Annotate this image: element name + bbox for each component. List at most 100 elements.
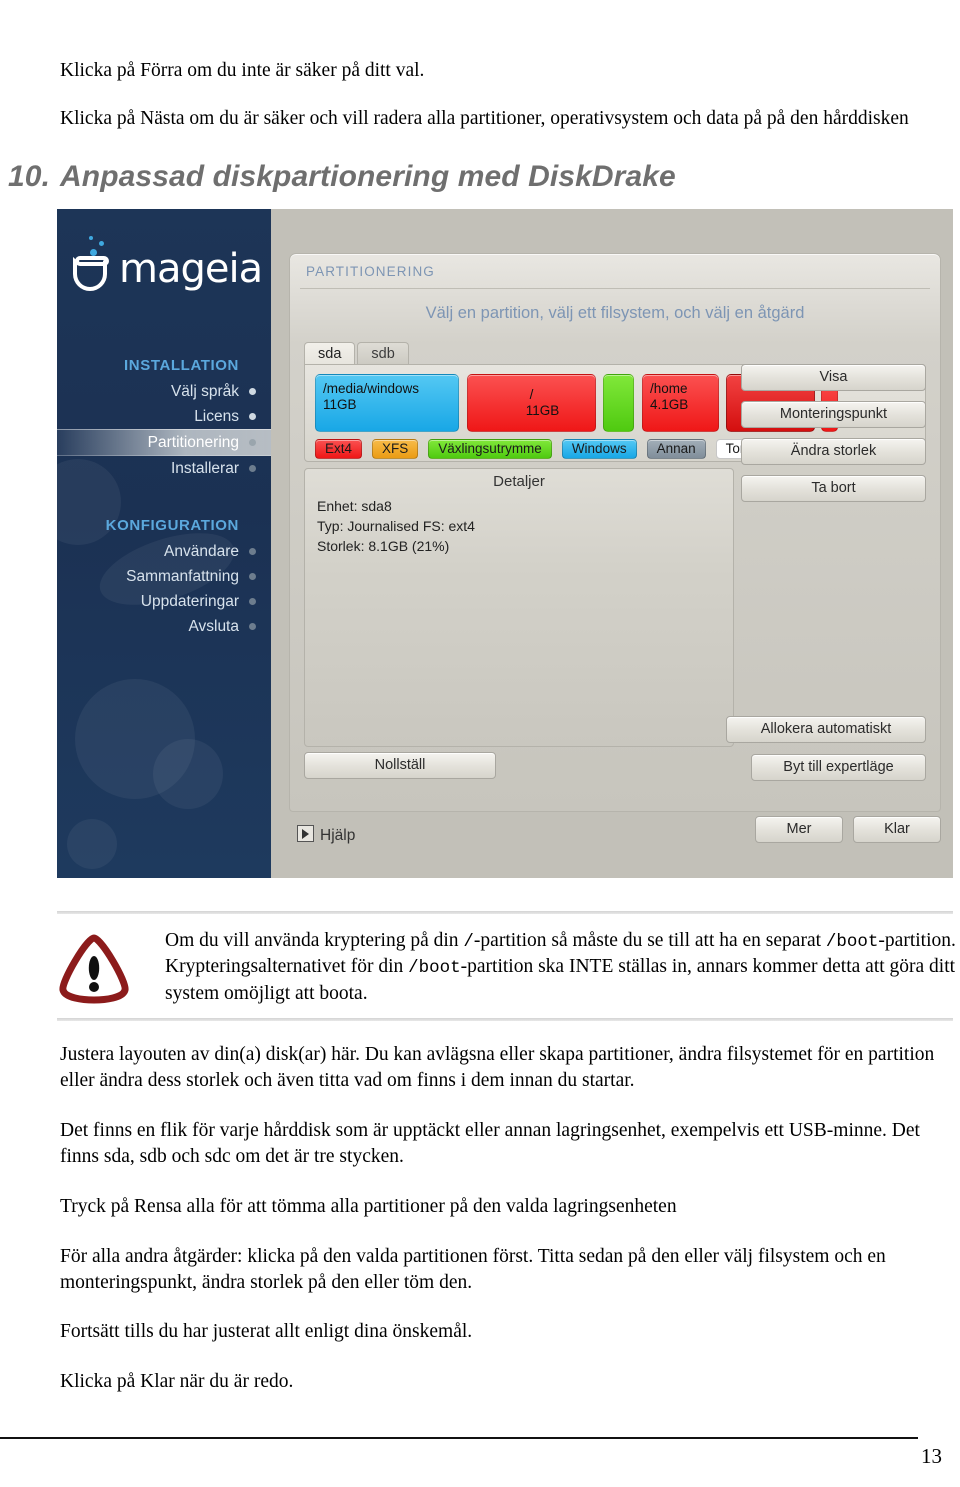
installer-footer: Hjälp Mer Klar (289, 816, 941, 856)
logo-wordmark: mageia (119, 246, 263, 292)
status-dot-icon (249, 623, 256, 630)
partition-root[interactable]: / 11GB (467, 374, 596, 432)
status-dot-icon (249, 413, 256, 420)
sidebar-item-sammanfattning[interactable]: Sammanfattning (57, 564, 271, 589)
sidebar-item-partitionering[interactable]: Partitionering (57, 429, 271, 456)
warning-note: Om du vill använda kryptering på din /-p… (57, 928, 957, 1007)
status-dot-icon (249, 388, 256, 395)
partition-mount: /home (650, 381, 688, 396)
help-toggle[interactable]: Hjälp (297, 825, 355, 845)
partition-mount: /media/windows (323, 381, 420, 396)
document-page: Klicka på Förra om du inte är säker på d… (0, 0, 960, 1487)
body-paragraph-4: För alla andra åtgärder: klicka på den v… (60, 1245, 886, 1293)
body-paragraph-3: Tryck på Rensa alla för att tömma alla p… (60, 1195, 677, 1217)
note-seg-6: /boot (408, 958, 461, 979)
sidebar-item-uppdateringar[interactable]: Uppdateringar (57, 589, 271, 614)
bubble-icon (99, 241, 104, 246)
mageia-logo: mageia (73, 236, 263, 303)
body-paragraph-2: Det finns en flik för varje hårddisk som… (60, 1119, 920, 1167)
done-button[interactable]: Klar (853, 816, 941, 843)
status-dot-icon (249, 439, 256, 446)
mount-point-button[interactable]: Monteringspunkt (741, 401, 926, 428)
sidebar-item-label: Användare (164, 542, 239, 560)
tab-sdb[interactable]: sdb (357, 342, 409, 366)
legend-vaxlingsutrymme: Växlingsutrymme (428, 439, 552, 459)
legend-windows: Windows (561, 439, 637, 459)
note-seg-3: -partition så måste du se till att ha en… (473, 930, 826, 951)
note-seg-2: / (463, 932, 474, 952)
decorative-flower (153, 739, 223, 809)
panel-divider (300, 288, 930, 289)
reset-button[interactable]: Nollställ (304, 752, 496, 779)
view-button[interactable]: Visa (741, 364, 926, 391)
partition-size: 11GB (323, 397, 357, 413)
page-number: 13 (921, 1444, 942, 1468)
sidebar-item-label: Installerar (170, 459, 239, 477)
partitioning-panel: PARTITIONERING Välj en partition, välj e… (289, 253, 941, 812)
partition-media-windows[interactable]: /media/windows 11GB (315, 374, 459, 432)
details-lines: Enhet: sda8 Typ: Journalised FS: ext4 St… (317, 497, 475, 557)
legend-annan: Annan (646, 439, 706, 459)
installer-screenshot: mageia INSTALLATION Välj språk Licens Pa… (57, 209, 953, 878)
bubble-icon (90, 249, 97, 256)
legend-xfs: XFS (372, 439, 419, 459)
partition-mount: / (529, 386, 534, 402)
expert-mode-button[interactable]: Byt till expertläge (751, 754, 926, 781)
detail-size: Storlek: 8.1GB (21%) (317, 537, 450, 554)
footer-divider (0, 1437, 918, 1439)
note-bottom-divider (57, 1018, 953, 1021)
nav-group-konfiguration: KONFIGURATION (105, 517, 239, 534)
legend-ext4: Ext4 (315, 439, 363, 459)
note-seg-1: Om du vill använda kryptering på din (165, 930, 464, 951)
partition-size: 4.1GB (650, 397, 689, 413)
status-dot-icon (249, 465, 256, 472)
panel-title: PARTITIONERING (306, 264, 435, 279)
section-title: Anpassad diskpartionering med DiskDrake (60, 160, 676, 193)
status-dot-icon (249, 598, 256, 605)
sidebar-item-valj-sprak[interactable]: Välj språk (57, 379, 271, 404)
sidebar-item-label: Sammanfattning (126, 567, 239, 585)
detail-device: Enhet: sda8 (317, 498, 392, 514)
detail-type: Typ: Journalised FS: ext4 (317, 517, 475, 534)
resize-button[interactable]: Ändra storlek (741, 438, 926, 465)
tab-sda[interactable]: sda (304, 342, 356, 366)
warning-triangle-icon (57, 934, 131, 1004)
decorative-flower (67, 819, 117, 869)
details-box: Detaljer Enhet: sda8 Typ: Journalised FS… (304, 468, 734, 747)
body-block: Justera layouten av din(a) disk(ar) här.… (60, 1042, 960, 1419)
warning-note-text: Om du vill använda kryptering på din /-p… (165, 928, 957, 1007)
sidebar-item-label: Licens (194, 407, 239, 425)
intro-paragraph-2: Klicka på Nästa om du är säker och vill … (60, 107, 909, 129)
installer-nav: INSTALLATION Välj språk Licens Partition… (57, 357, 271, 639)
body-paragraph-5: Fortsätt tills du har justerat allt enli… (60, 1321, 473, 1343)
delete-button[interactable]: Ta bort (741, 475, 926, 502)
details-label: Detaljer (493, 473, 545, 490)
disk-tabs: sda sdb (304, 342, 411, 366)
installer-footer-buttons: Mer Klar (745, 816, 941, 843)
help-label: Hjälp (320, 827, 356, 844)
partition-swap[interactable] (603, 374, 634, 432)
mageia-cauldron-icon (73, 236, 109, 291)
sidebar-item-installerar[interactable]: Installerar (57, 456, 271, 481)
sidebar-item-label: Partitionering (147, 433, 239, 451)
body-paragraph-1: Justera layouten av din(a) disk(ar) här.… (60, 1044, 935, 1091)
sidebar-item-label: Välj språk (170, 382, 239, 400)
bubble-icon (89, 236, 93, 240)
sidebar-item-licens[interactable]: Licens (57, 404, 271, 429)
partition-size: 11GB (525, 403, 560, 418)
note-top-divider (57, 911, 953, 914)
sidebar-item-label: Avsluta (188, 617, 239, 635)
installer-sidebar: mageia INSTALLATION Välj språk Licens Pa… (57, 209, 271, 878)
sidebar-item-label: Uppdateringar (140, 592, 239, 610)
status-dot-icon (249, 573, 256, 580)
sidebar-item-anvandare[interactable]: Användare (57, 539, 271, 564)
sidebar-item-avsluta[interactable]: Avsluta (57, 614, 271, 639)
body-paragraph-6: Klicka på Klar när du är redo. (60, 1371, 294, 1393)
auto-allocate-button[interactable]: Allokera automatiskt (726, 716, 926, 743)
status-dot-icon (249, 548, 256, 555)
partition-home[interactable]: /home 4.1GB (642, 374, 719, 432)
more-button[interactable]: Mer (755, 816, 843, 843)
intro-block: Klicka på Förra om du inte är säker på d… (60, 58, 960, 153)
nav-group-installation: INSTALLATION (124, 357, 239, 374)
panel-subtitle: Välj en partition, välj ett filsystem, o… (425, 304, 805, 322)
